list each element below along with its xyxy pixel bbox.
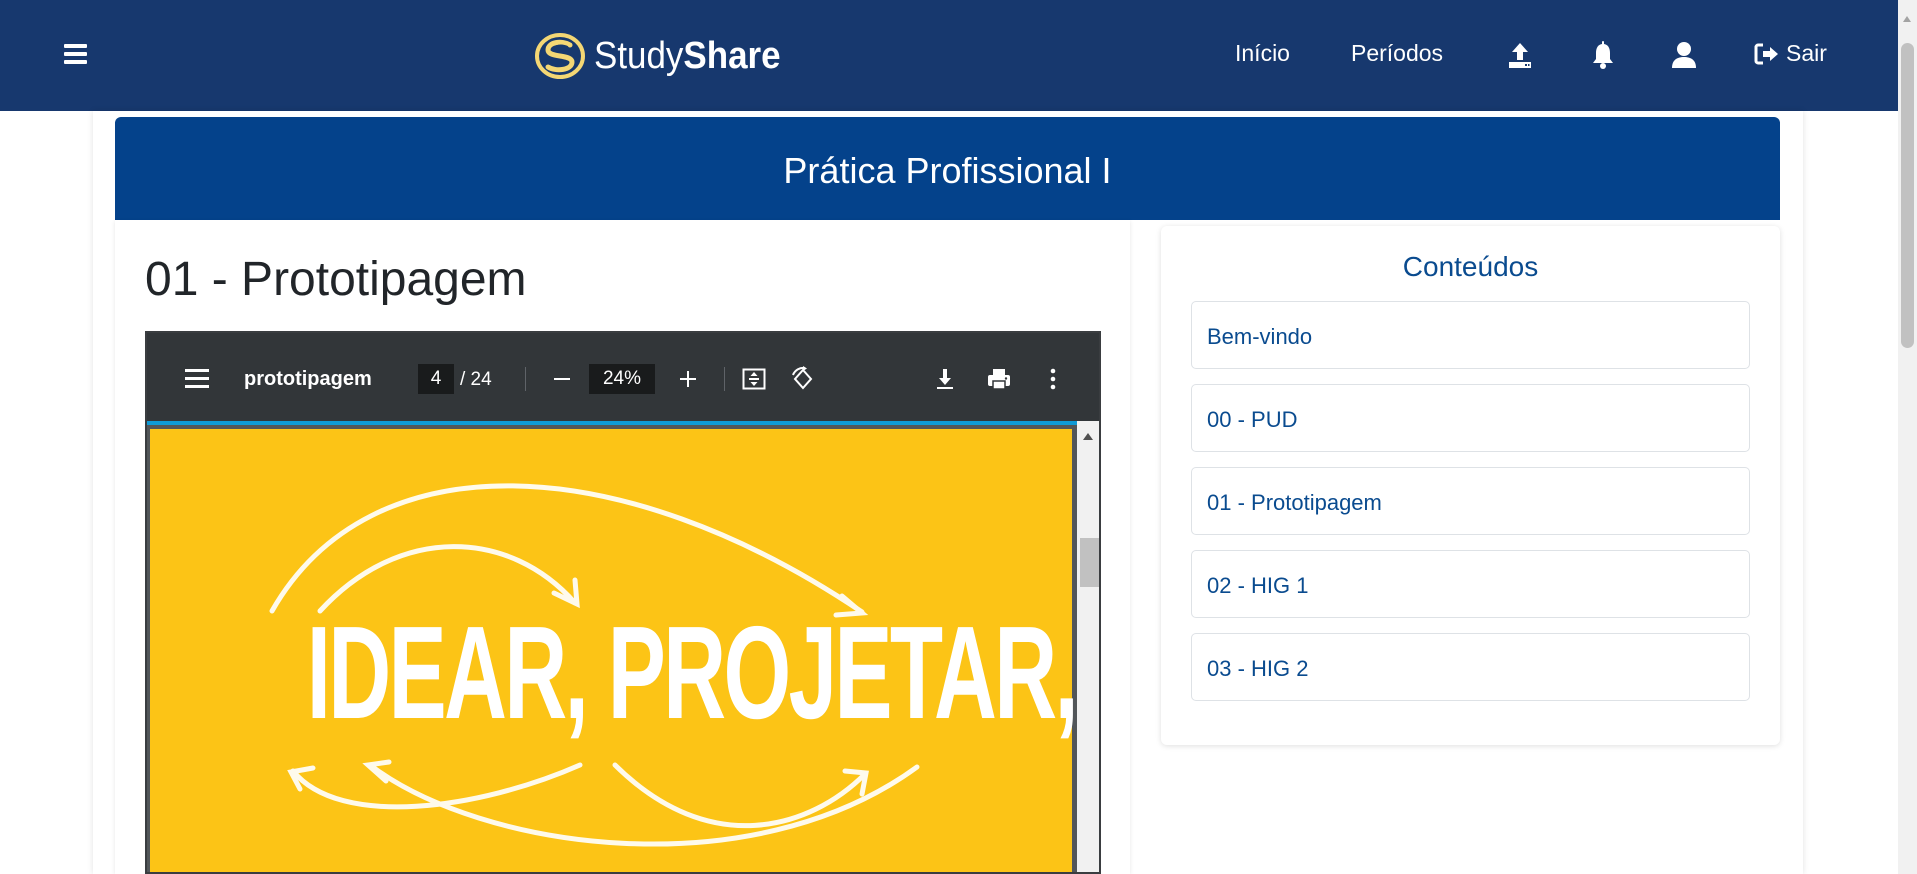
rotate-icon[interactable] <box>790 366 816 392</box>
nav-link-inicio[interactable]: Início <box>1235 40 1290 67</box>
download-icon[interactable] <box>932 366 958 392</box>
sidebar-item-label: 02 - HIG 1 <box>1207 573 1309 598</box>
brand-name: StudyShare <box>594 34 781 77</box>
pdf-scroll-up-arrow[interactable] <box>1083 433 1093 440</box>
pdf-scrollbar[interactable] <box>1077 421 1099 872</box>
sidebar-item-label: Bem-vindo <box>1207 324 1313 349</box>
brand-logo[interactable]: StudyShare <box>534 28 797 84</box>
contents-sidebar: Conteúdos Bem-vindo 00 - PUD 01 - Protot… <box>1161 226 1780 745</box>
hamburger-menu-icon[interactable] <box>64 44 88 66</box>
pdf-progress-accent <box>147 421 1077 425</box>
zoom-in-icon[interactable] <box>675 366 701 392</box>
user-icon[interactable] <box>1670 40 1698 70</box>
content-title: 01 - Prototipagem <box>145 253 527 306</box>
sign-out-icon <box>1754 43 1778 64</box>
studyshare-logo-icon <box>535 33 585 79</box>
subject-title: Prática Profissional I <box>783 150 1112 191</box>
logout-label: Sair <box>1786 40 1827 66</box>
pdf-page-headline: IDEAR, PROJETAR, TESTAR <box>306 599 1099 746</box>
more-options-icon[interactable] <box>1040 366 1066 392</box>
top-navbar: StudyShare Início Períodos Sair <box>0 0 1898 111</box>
bell-icon[interactable] <box>1589 40 1617 70</box>
subject-banner: Prática Profissional I <box>115 117 1780 220</box>
sidebar-item-label: 03 - HIG 2 <box>1207 656 1309 681</box>
pdf-menu-icon[interactable] <box>185 369 209 389</box>
pdf-page-input[interactable]: 4 <box>418 364 454 394</box>
pdf-scroll-thumb[interactable] <box>1080 538 1099 587</box>
sidebar-item-01-prototipagem[interactable]: 01 - Prototipagem <box>1191 467 1750 535</box>
zoom-out-icon[interactable] <box>549 366 575 392</box>
page-scrollbar[interactable] <box>1898 0 1917 874</box>
pdf-page: IDEAR, PROJETAR, TESTAR <box>150 429 1099 872</box>
page-scroll-up-arrow[interactable] <box>1903 16 1911 22</box>
sidebar-item-label: 00 - PUD <box>1207 407 1298 432</box>
upload-icon[interactable] <box>1506 40 1534 70</box>
fit-page-icon[interactable] <box>741 366 767 392</box>
nav-link-periodos[interactable]: Períodos <box>1351 40 1443 67</box>
pdf-toolbar: prototipagem 4 / 24 24% <box>147 333 1099 421</box>
pdf-filename: prototipagem <box>244 368 372 390</box>
logout-button[interactable]: Sair <box>1754 40 1827 67</box>
pdf-page-total: / 24 <box>460 369 492 390</box>
print-icon[interactable] <box>986 366 1012 392</box>
toolbar-divider <box>525 367 526 391</box>
sidebar-item-00-pud[interactable]: 00 - PUD <box>1191 384 1750 452</box>
pdf-zoom-input[interactable]: 24% <box>589 364 655 394</box>
sidebar-heading: Conteúdos <box>1402 251 1539 282</box>
toolbar-divider <box>724 367 725 391</box>
sidebar-item-03-hig-2[interactable]: 03 - HIG 2 <box>1191 633 1750 701</box>
pdf-viewer[interactable]: prototipagem 4 / 24 24% IDEAR, PROJETAR, <box>145 331 1101 874</box>
sidebar-item-bem-vindo[interactable]: Bem-vindo <box>1191 301 1750 369</box>
sidebar-item-02-hig-1[interactable]: 02 - HIG 1 <box>1191 550 1750 618</box>
page-scroll-thumb[interactable] <box>1901 43 1914 348</box>
sidebar-item-label: 01 - Prototipagem <box>1207 490 1382 515</box>
